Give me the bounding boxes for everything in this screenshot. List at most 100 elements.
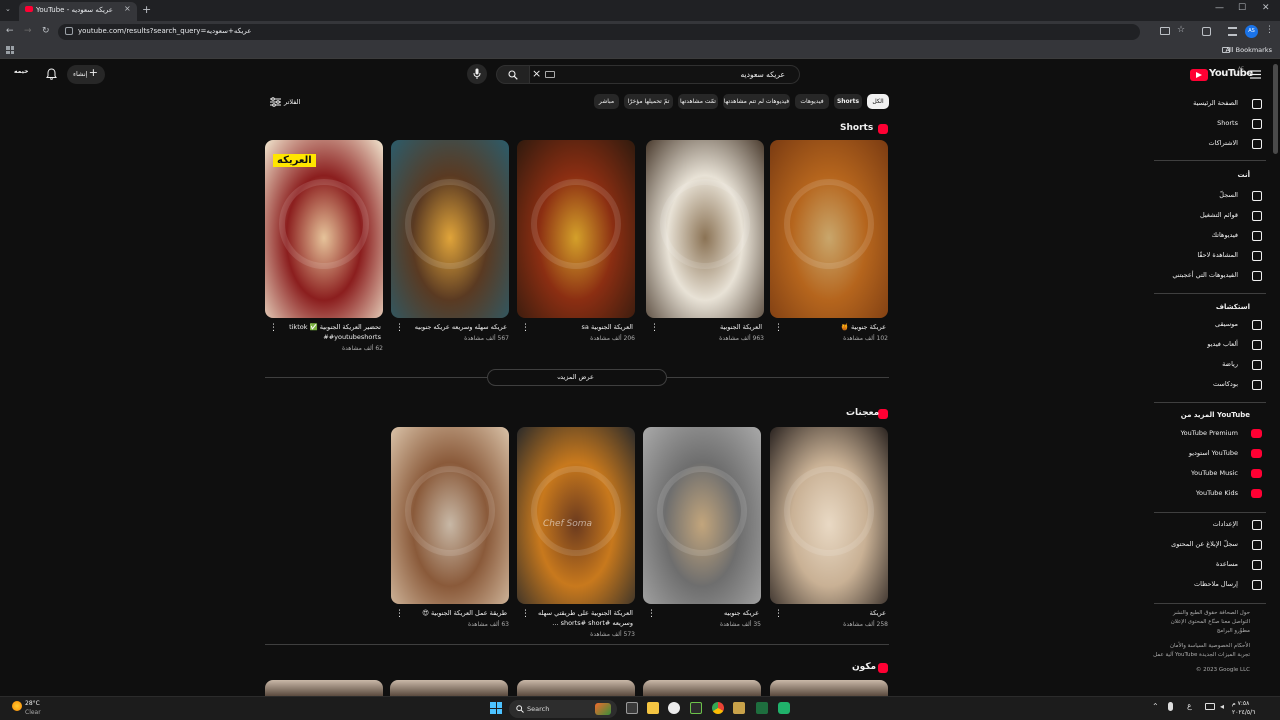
- ingredients-thumbnail[interactable]: [770, 680, 888, 696]
- app-icon-2[interactable]: [778, 702, 790, 714]
- more-options-icon[interactable]: ⋮: [774, 323, 783, 333]
- dough_section-thumbnail[interactable]: [391, 427, 509, 604]
- tab-close-icon[interactable]: ×: [124, 4, 131, 13]
- clock-date[interactable]: ٢٠٢٤/٥/٦: [1232, 709, 1255, 716]
- tray-lang[interactable]: ع: [1187, 701, 1192, 710]
- sidebar-item[interactable]: الصفحة الرئيسية: [1150, 95, 1268, 113]
- sidebar-item[interactable]: موسيقى: [1150, 316, 1268, 334]
- volume-icon[interactable]: ◂: [1220, 702, 1224, 711]
- tray-chevron-icon[interactable]: ⌃: [1152, 702, 1159, 711]
- apps-grid-icon[interactable]: [6, 46, 14, 54]
- xbox-icon[interactable]: [668, 702, 680, 714]
- maximize-icon[interactable]: ☐: [1238, 3, 1246, 13]
- show-more-button[interactable]: عرض المزيد ⌄: [487, 369, 667, 386]
- sidebar-item[interactable]: قوائم التشغيل: [1150, 207, 1268, 225]
- dough_section-thumbnail[interactable]: [770, 427, 888, 604]
- notifications-bell-icon[interactable]: [46, 68, 57, 80]
- profile-avatar[interactable]: AS: [1245, 25, 1258, 38]
- file-explorer-icon[interactable]: [647, 702, 659, 714]
- footer-links[interactable]: التواصل معنا صنّاع المحتوى الإعلان: [1171, 619, 1250, 625]
- clear-search-icon[interactable]: ×: [532, 67, 541, 80]
- forward-icon[interactable]: →: [24, 26, 32, 36]
- browser-menu-icon[interactable]: ⋮: [1265, 25, 1274, 35]
- sidebar-item[interactable]: سجلّ الإبلاغ عن المحتوى: [1150, 536, 1268, 554]
- filters-label[interactable]: الفلاتر: [284, 98, 300, 106]
- chip-unwatched[interactable]: فيديوهات لم تتم مشاهدتها: [723, 94, 790, 109]
- dough_section-thumbnail[interactable]: [643, 427, 761, 604]
- app-icon-1[interactable]: [733, 702, 745, 714]
- video-title[interactable]: عريكه سهله وسريعه عريكه جنوبيه: [393, 322, 507, 332]
- shorts_section-thumbnail[interactable]: [770, 140, 888, 318]
- sidebar-item[interactable]: فيديوهاتك: [1150, 227, 1268, 245]
- chip-videos[interactable]: فيديوهات: [795, 94, 829, 109]
- search-submit-button[interactable]: [496, 65, 530, 84]
- filter-sliders-icon[interactable]: [270, 97, 281, 107]
- sidebar-item[interactable]: رياضة: [1150, 356, 1268, 374]
- footer-links[interactable]: آلية عمل YouTube تجربة الميزات الجديدة: [1153, 652, 1250, 658]
- more-options-icon[interactable]: ⋮: [647, 609, 656, 619]
- minimize-icon[interactable]: —: [1215, 3, 1224, 13]
- video-title[interactable]: العريكة الجنوبية sa: [519, 322, 633, 332]
- more-options-icon[interactable]: ⋮: [395, 609, 404, 619]
- sidebar-item[interactable]: مساعدة: [1150, 556, 1268, 574]
- sidebar-item[interactable]: Shorts: [1150, 115, 1268, 133]
- video-title[interactable]: عريكة: [772, 608, 886, 618]
- chip-all[interactable]: الكل: [867, 94, 889, 109]
- close-window-icon[interactable]: ✕: [1262, 3, 1270, 13]
- shorts_section-thumbnail[interactable]: [391, 140, 509, 318]
- hamburger-menu-icon[interactable]: [1250, 70, 1261, 79]
- site-info-icon[interactable]: [65, 27, 73, 35]
- shorts_section-thumbnail[interactable]: العريكه: [265, 140, 383, 318]
- ingredients-thumbnail[interactable]: [517, 680, 635, 696]
- footer-links[interactable]: حول الصحافة حقوق الطبع والنشر: [1173, 610, 1250, 616]
- chip-recently-uploaded[interactable]: تمّ تحميلها مؤخرًا: [624, 94, 673, 109]
- more-from-youtube-header[interactable]: المزيد من YouTube: [1181, 411, 1250, 419]
- tray-mic-icon[interactable]: [1168, 702, 1173, 711]
- more-options-icon[interactable]: ⋮: [521, 609, 530, 619]
- explore-header[interactable]: استكشاف: [1216, 303, 1250, 311]
- sidebar-item[interactable]: إرسال ملاحظات: [1150, 576, 1268, 594]
- sidebar-item[interactable]: السجلّ: [1150, 187, 1268, 205]
- footer-links[interactable]: مطوّرو البرامج: [1217, 628, 1250, 634]
- more-options-icon[interactable]: ⋮: [774, 609, 783, 619]
- install-app-icon[interactable]: [1160, 27, 1170, 35]
- chrome-icon[interactable]: [712, 702, 724, 714]
- shorts_section-thumbnail[interactable]: [646, 140, 764, 318]
- video-title[interactable]: عريكه جنوبيه: [645, 608, 759, 618]
- task-view-icon[interactable]: [626, 702, 638, 714]
- youtube-logo-text[interactable]: YouTube: [1209, 68, 1253, 79]
- network-icon[interactable]: [1205, 703, 1215, 710]
- ingredients-thumbnail[interactable]: [265, 680, 383, 696]
- video-title[interactable]: تحضير العريكة الجنوبية ✅ tiktok #youtube…: [267, 322, 381, 342]
- sidebar-item[interactable]: YouTube Kids: [1150, 485, 1268, 503]
- windows-start-icon[interactable]: [490, 702, 502, 714]
- sidebar-item[interactable]: المشاهدة لاحقًا: [1150, 247, 1268, 265]
- video-title[interactable]: عريكة جنوبية 🍯: [772, 322, 886, 332]
- sidebar-item[interactable]: الفيديوهات التي أعجبتني: [1150, 267, 1268, 285]
- sidebar-item[interactable]: الإعدادات: [1150, 516, 1268, 534]
- sidebar-item[interactable]: ألعاب فيديو: [1150, 336, 1268, 354]
- more-options-icon[interactable]: ⋮: [650, 323, 659, 333]
- search-input[interactable]: × عريكه سعوديه: [530, 65, 800, 84]
- tab-search-icon[interactable]: ⌄: [5, 5, 11, 13]
- sidebar-item[interactable]: YouTube Premium: [1150, 425, 1268, 443]
- more-options-icon[interactable]: ⋮: [521, 323, 530, 333]
- all-bookmarks-button[interactable]: All Bookmarks: [1226, 46, 1272, 54]
- footer-links[interactable]: الأحكام الخصوصية السياسة والأمان: [1170, 643, 1250, 649]
- ingredients-thumbnail[interactable]: [390, 680, 508, 696]
- chip-watched[interactable]: تمّت مشاهدتها: [678, 94, 718, 109]
- video-title[interactable]: العريكة الجنوبية: [648, 322, 762, 332]
- account-avatar[interactable]: خيمه: [14, 68, 28, 75]
- video-title[interactable]: طريقة عمل العريكة الجنوبية 😍: [393, 608, 507, 618]
- create-button[interactable]: + إنشاء: [67, 65, 105, 84]
- reload-icon[interactable]: ↻: [42, 26, 50, 36]
- video-title[interactable]: العريكة الجنوبية على طريقتي سهله وسريعه …: [519, 608, 633, 628]
- keyboard-icon[interactable]: [545, 71, 555, 78]
- youtube-logo-icon[interactable]: [1190, 69, 1208, 81]
- more-options-icon[interactable]: ⋮: [395, 323, 404, 333]
- you-header[interactable]: أنت: [1238, 171, 1250, 179]
- sidebar-item[interactable]: بودكاست: [1150, 376, 1268, 394]
- sidebar-item[interactable]: YouTube Music: [1150, 465, 1268, 483]
- chip-live[interactable]: مباشر: [594, 94, 619, 109]
- shorts_section-thumbnail[interactable]: [517, 140, 635, 318]
